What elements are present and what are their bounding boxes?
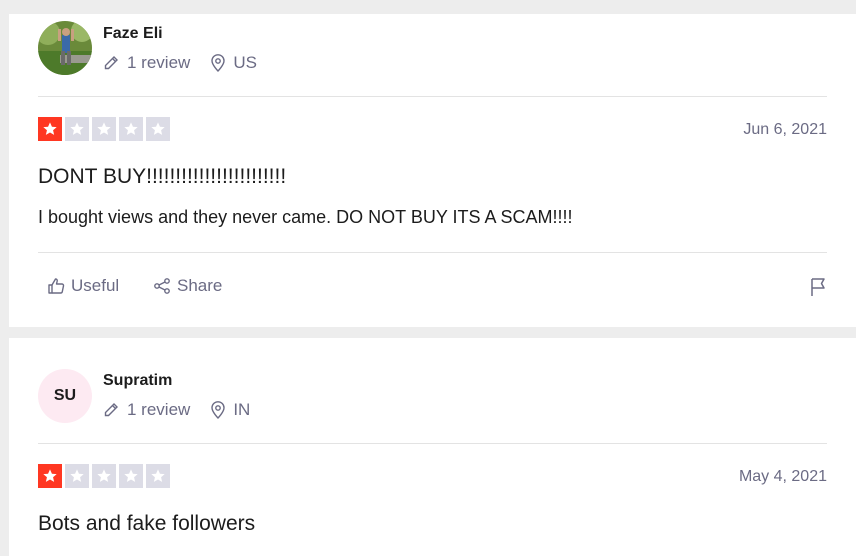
- review-count: 1 review: [127, 53, 191, 72]
- reviewer-name[interactable]: Supratim: [103, 372, 172, 390]
- thumbs-up-icon: [48, 278, 65, 294]
- star-icon: [92, 464, 116, 488]
- review-card: Faze Eli 1 review US Jun 6, 2021 DONT BU…: [9, 14, 856, 327]
- share-label: Share: [177, 276, 223, 295]
- useful-button[interactable]: Useful: [47, 276, 119, 296]
- reviewer-meta: 1 review US: [103, 53, 257, 73]
- star-icon: [119, 464, 143, 488]
- star-icon: [38, 464, 62, 488]
- star-icon: [38, 117, 62, 141]
- pencil-icon: [104, 56, 118, 70]
- reviewer-avatar-initials[interactable]: SU: [38, 369, 92, 423]
- review-date: May 4, 2021: [738, 468, 827, 485]
- reviewer-name[interactable]: Faze Eli: [103, 25, 163, 43]
- reviewer-avatar-photo[interactable]: [38, 21, 92, 75]
- star-icon: [65, 464, 89, 488]
- star-icon: [92, 117, 116, 141]
- review-card: SU Supratim 1 review IN May 4, 2021 Bots…: [9, 338, 856, 556]
- star-icon: [146, 464, 170, 488]
- pencil-icon: [104, 403, 118, 417]
- star-icon: [146, 117, 170, 141]
- reviewer-meta: 1 review IN: [103, 400, 250, 420]
- star-rating: [38, 117, 170, 141]
- reviewer-country: IN: [233, 400, 251, 419]
- star-icon: [65, 117, 89, 141]
- location-pin-icon: [211, 54, 226, 72]
- divider: [38, 443, 827, 444]
- review-date: Jun 6, 2021: [743, 121, 827, 138]
- reviewer-country: US: [233, 53, 257, 72]
- review-body: I bought views and they never came. DO N…: [38, 207, 573, 227]
- review-count: 1 review: [127, 400, 191, 419]
- reviews-page: Faze Eli 1 review US Jun 6, 2021 DONT BU…: [0, 0, 856, 556]
- location-pin-icon: [211, 401, 226, 419]
- share-button[interactable]: Share: [153, 276, 222, 296]
- star-icon: [119, 117, 143, 141]
- divider: [38, 252, 827, 253]
- review-title[interactable]: DONT BUY!!!!!!!!!!!!!!!!!!!!!!!!: [38, 165, 286, 189]
- share-icon: [154, 278, 170, 294]
- flag-icon: [811, 278, 825, 296]
- report-flag-button[interactable]: [809, 277, 827, 302]
- review-title[interactable]: Bots and fake followers: [38, 512, 255, 536]
- star-rating: [38, 464, 170, 488]
- divider: [38, 96, 827, 97]
- useful-label: Useful: [71, 276, 120, 295]
